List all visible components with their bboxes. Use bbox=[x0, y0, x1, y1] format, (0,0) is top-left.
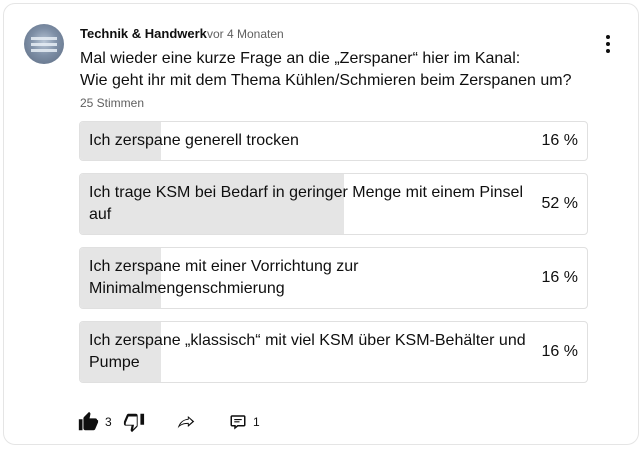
poll-option-percent: 16 % bbox=[541, 132, 578, 149]
comment-count: 1 bbox=[253, 415, 260, 429]
community-post-card: Technik & Handwerk vor 4 Monaten Mal wie… bbox=[3, 3, 639, 445]
poll-option[interactable]: Ich zerspane generell trocken 16 % bbox=[79, 121, 588, 161]
channel-avatar[interactable] bbox=[24, 24, 64, 64]
post-age[interactable]: vor 4 Monaten bbox=[207, 27, 284, 41]
share-icon bbox=[177, 416, 195, 429]
comment-button[interactable]: 1 bbox=[229, 408, 260, 436]
post-text-line: Wie geht ihr mit dem Thema Kühlen/Schmie… bbox=[80, 72, 572, 89]
like-count: 3 bbox=[105, 415, 112, 429]
poll-option-label: Ich zerspane „klassisch“ mit viel KSM üb… bbox=[89, 332, 526, 371]
dislike-button[interactable] bbox=[123, 408, 145, 436]
poll-option-label: Ich zerspane mit einer Vorrichtung zur M… bbox=[89, 258, 359, 297]
poll-option-label: Ich trage KSM bei Bedarf in geringer Men… bbox=[89, 184, 523, 223]
more-vert-icon[interactable] bbox=[596, 32, 620, 56]
share-button[interactable] bbox=[174, 408, 198, 436]
poll-option[interactable]: Ich zerspane mit einer Vorrichtung zur M… bbox=[79, 247, 588, 309]
vote-count: 25 Stimmen bbox=[80, 96, 145, 110]
poll-option-percent: 16 % bbox=[541, 343, 578, 360]
poll-option-label: Ich zerspane generell trocken bbox=[89, 132, 299, 149]
like-button[interactable]: 3 bbox=[77, 408, 112, 436]
poll-option[interactable]: Ich zerspane „klassisch“ mit viel KSM üb… bbox=[79, 321, 588, 383]
post-text: Mal wieder eine kurze Frage an die „Zers… bbox=[80, 48, 571, 92]
poll-option[interactable]: Ich trage KSM bei Bedarf in geringer Men… bbox=[79, 173, 588, 235]
comment-icon bbox=[230, 415, 246, 430]
poll-option-percent: 52 % bbox=[541, 195, 578, 212]
poll-option-percent: 16 % bbox=[541, 269, 578, 286]
channel-name[interactable]: Technik & Handwerk bbox=[80, 26, 207, 41]
post-text-line: Mal wieder eine kurze Frage an die „Zers… bbox=[80, 50, 521, 67]
thumbs-down-icon bbox=[123, 413, 145, 433]
thumbs-up-icon bbox=[78, 411, 99, 431]
